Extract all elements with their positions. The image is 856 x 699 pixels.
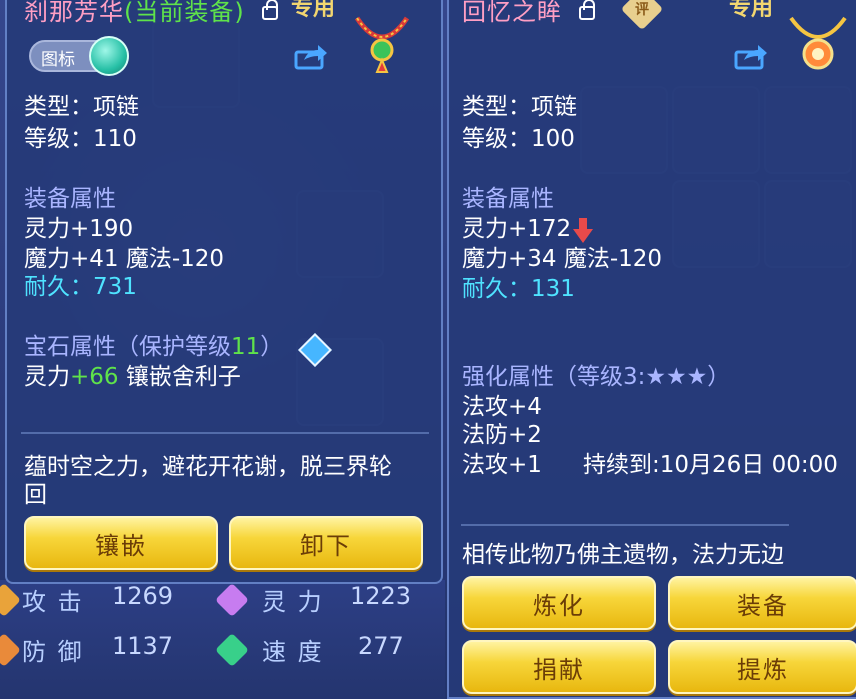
enhance-line: 法攻+4 [462, 394, 542, 420]
gem-spirit-value: +66 [70, 364, 119, 390]
necklace-icon [789, 16, 847, 70]
lock-icon [262, 0, 278, 20]
attr-magic: 魔力+41 魔法-120 [24, 246, 225, 272]
necklace-icon [354, 16, 410, 73]
review-badge[interactable]: 评 [620, 0, 664, 31]
defense-icon [0, 633, 21, 667]
exclusive-label: 专用 [291, 0, 336, 21]
inlay-button[interactable]: 镶嵌 [24, 516, 218, 570]
donate-button[interactable]: 捐献 [462, 640, 656, 694]
attack-value: 1269 [112, 582, 174, 610]
enhance-header: 强化属性（等级3:★★★） [462, 364, 731, 390]
unequip-button[interactable]: 卸下 [229, 516, 423, 570]
item-title: 刹那芳华(当前装备) [24, 0, 245, 27]
item-level: 等级：110 [24, 126, 137, 152]
gem-attributes-header: 宝石属性（保护等级11） [24, 332, 283, 362]
refine-button[interactable]: 炼化 [462, 576, 656, 630]
durability: 耐久：131 [462, 276, 575, 302]
description-line2: 回 [24, 482, 47, 508]
equip-button[interactable]: 装备 [668, 576, 856, 630]
spirit-value: 1223 [350, 582, 412, 610]
spirit-icon [215, 583, 249, 617]
speed-value: 277 [358, 632, 404, 660]
item-status: (当前装备) [124, 0, 245, 26]
enhance-duration: 持续到:10月26日 00:00 [583, 452, 838, 478]
attr-spirit: 灵力+190 [24, 216, 134, 242]
attributes-header: 装备属性 [24, 186, 116, 212]
share-icon[interactable] [294, 44, 328, 70]
item-level: 等级：100 [462, 126, 575, 152]
item-title: 回忆之眸 [462, 0, 562, 27]
durability: 耐久：731 [24, 274, 137, 300]
description-line1: 蕴时空之力，避花开花谢，脱三界轮 [24, 454, 392, 480]
divider [461, 524, 789, 526]
item-name: 刹那芳华 [24, 0, 124, 26]
gem-icon [298, 333, 332, 367]
share-icon[interactable] [734, 44, 768, 70]
item-name: 回忆之眸 [462, 0, 562, 26]
gem-header-prefix: 宝石属性（保护等级 [24, 334, 231, 360]
enhance-line: 法防+2 [462, 422, 542, 448]
gem-protect-level: 11 [231, 334, 261, 360]
description: 相传此物乃佛主遗物，法力无边 [462, 542, 784, 568]
item-type: 类型：项链 [462, 94, 577, 120]
speed-label: 速 度 [262, 638, 324, 666]
defense-value: 1137 [112, 632, 174, 660]
speed-icon [215, 633, 249, 667]
extract-button[interactable]: 提炼 [668, 640, 856, 694]
item-type: 类型：项链 [24, 94, 139, 120]
spirit-label: 灵 力 [262, 588, 324, 616]
character-stats-strip: 攻 击 1269 灵 力 1223 防 御 1137 速 度 277 [0, 580, 445, 699]
defense-label: 防 御 [22, 638, 84, 666]
attr-spirit: 灵力+172 [462, 216, 572, 242]
toggle-knob [89, 36, 129, 76]
icon-toggle[interactable]: 图标 [29, 36, 129, 76]
attack-icon [0, 583, 21, 617]
gem-inlay: 镶嵌舍利子 [125, 364, 241, 390]
review-badge-label: 评 [635, 1, 649, 18]
attack-label: 攻 击 [22, 588, 84, 616]
toggle-label: 图标 [41, 50, 75, 70]
equipped-item-tooltip: 刹那芳华(当前装备) 专用 图标 类型：项链 等级：110 装备属性 灵力+19… [5, 0, 443, 584]
divider [21, 432, 429, 434]
attributes-header: 装备属性 [462, 186, 554, 212]
exclusive-label: 专用 [729, 0, 774, 21]
compare-item-tooltip: 回忆之眸 评 专用 类型：项链 等级：100 装备属性 灵力+172 魔力+34… [447, 0, 856, 699]
gem-header-suffix: ） [260, 334, 284, 360]
enhance-line: 法攻+1 [462, 452, 542, 478]
gem-spirit: 灵力+66 镶嵌舍利子 [24, 362, 241, 392]
attr-magic: 魔力+34 魔法-120 [462, 246, 663, 272]
lock-icon [579, 0, 595, 20]
gem-spirit-label: 灵力 [24, 364, 70, 390]
decrease-arrow-icon [573, 218, 593, 243]
